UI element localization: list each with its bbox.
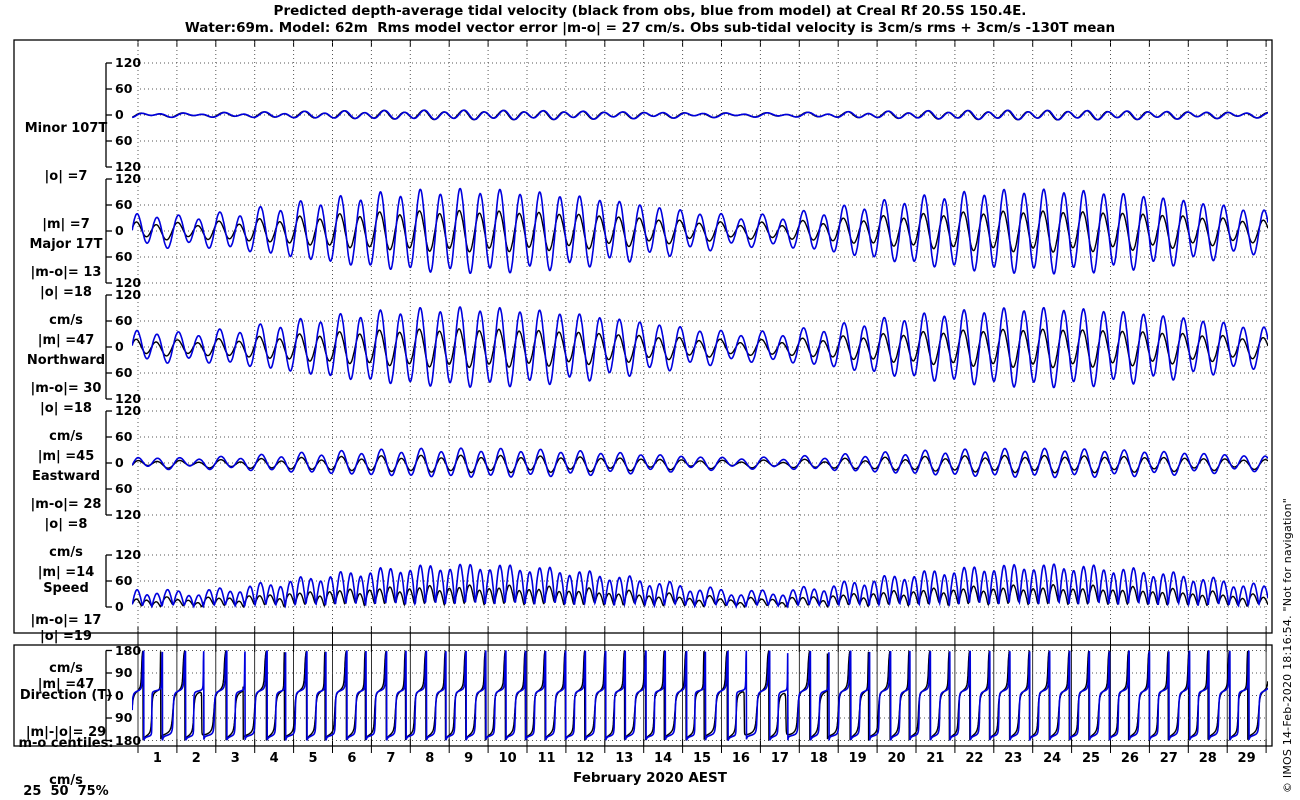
day-label-20: 20 — [887, 751, 906, 766]
day-label-11: 11 — [537, 751, 556, 766]
ytick-label-minor: 60 — [115, 133, 133, 148]
ytick-label-direction: 90 — [115, 665, 133, 680]
ytick-label-east: 60 — [115, 481, 133, 496]
day-label-16: 16 — [731, 751, 750, 766]
day-label-12: 12 — [576, 751, 595, 766]
panel-info-line: |o| =19 — [40, 629, 92, 644]
ytick-label-speed: 120 — [115, 547, 142, 562]
ytick-label-minor: 0 — [115, 107, 124, 122]
ytick-label-north: 0 — [115, 339, 124, 354]
tidal-plot-canvas — [13, 39, 1273, 753]
ytick-label-major: 0 — [115, 223, 124, 238]
panel-info-line: Major 17T — [29, 237, 103, 252]
day-label-27: 27 — [1159, 751, 1178, 766]
day-label-15: 15 — [692, 751, 712, 766]
day-label-24: 24 — [1043, 751, 1062, 766]
panel-info-line: Northward — [26, 353, 106, 368]
ytick-label-speed: 0 — [115, 599, 124, 614]
imos-watermark: © IMOS 14-Feb-2020 18:16:54. "Not for na… — [1281, 497, 1294, 793]
day-label-6: 6 — [347, 751, 357, 766]
ytick-label-minor: 120 — [115, 55, 142, 70]
ytick-label-east: 0 — [115, 455, 124, 470]
panel-info-line: m-o centiles: — [18, 736, 114, 751]
ytick-label-major: 60 — [115, 249, 133, 264]
day-label-5: 5 — [308, 751, 318, 766]
day-label-13: 13 — [615, 751, 634, 766]
ytick-label-east: 120 — [115, 507, 142, 522]
ytick-label-north: 60 — [115, 365, 133, 380]
ytick-label-east: 120 — [115, 403, 142, 418]
day-label-23: 23 — [1004, 751, 1023, 766]
panel-info-line: |o| =7 — [44, 169, 88, 184]
panel-info-line: |o| =18 — [40, 401, 92, 416]
panel-info-line: Direction (T) — [19, 688, 113, 703]
panel-info-line: Speed — [43, 581, 89, 596]
ytick-label-major: 60 — [115, 197, 133, 212]
ytick-label-east: 60 — [115, 429, 133, 444]
figure: Predicted depth-average tidal velocity (… — [0, 0, 1300, 800]
day-label-29: 29 — [1237, 751, 1256, 766]
ytick-label-north: 60 — [115, 313, 133, 328]
day-label-8: 8 — [425, 751, 435, 766]
ytick-label-minor: 60 — [115, 81, 133, 96]
ytick-label-major: 120 — [115, 171, 142, 186]
ytick-label-speed: 60 — [115, 573, 133, 588]
panel-info-line: 25 50 75% — [23, 784, 109, 799]
day-label-1: 1 — [152, 751, 162, 766]
day-label-3: 3 — [230, 751, 240, 766]
ytick-label-north: 120 — [115, 287, 142, 302]
x-axis-label: February 2020 AEST — [573, 770, 727, 786]
day-label-18: 18 — [809, 751, 828, 766]
ytick-label-direction: 90 — [115, 710, 133, 725]
day-label-22: 22 — [965, 751, 984, 766]
day-label-14: 14 — [654, 751, 673, 766]
day-label-10: 10 — [498, 751, 517, 766]
day-label-25: 25 — [1081, 751, 1101, 766]
day-label-21: 21 — [926, 751, 945, 766]
day-label-26: 26 — [1120, 751, 1139, 766]
day-label-17: 17 — [770, 751, 789, 766]
ytick-label-direction: 0 — [115, 687, 124, 703]
panel-info-line: |o| =18 — [40, 285, 92, 300]
day-label-9: 9 — [464, 751, 474, 766]
day-label-2: 2 — [191, 751, 201, 766]
day-label-7: 7 — [386, 751, 396, 766]
day-label-28: 28 — [1198, 751, 1217, 766]
ytick-label-direction: 180 — [115, 732, 142, 748]
panel-info-line: Eastward — [31, 469, 101, 484]
panel-info-line: Minor 107T — [24, 121, 108, 136]
day-label-19: 19 — [848, 751, 867, 766]
ytick-label-direction: 180 — [115, 642, 142, 658]
day-label-4: 4 — [269, 751, 279, 766]
panel-info-line: |o| =8 — [44, 517, 88, 532]
